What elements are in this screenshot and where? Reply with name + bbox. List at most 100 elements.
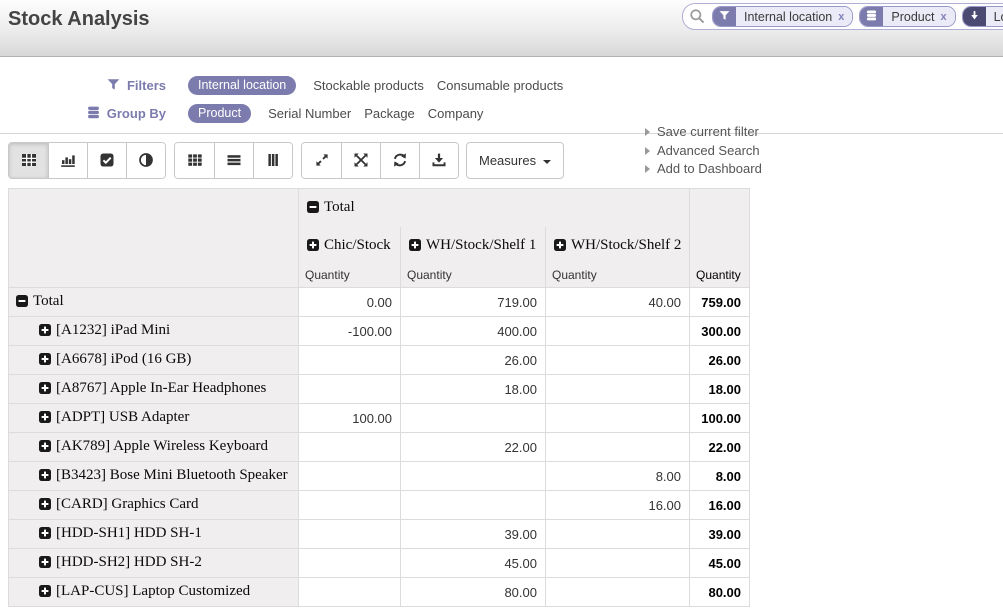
view-switcher <box>8 142 459 179</box>
plus-square-icon <box>39 324 51 336</box>
pivot-row-header[interactable]: [A1232] iPad Mini <box>9 317 299 346</box>
pivot-row: [AK789] Apple Wireless Keyboard22.0022.0… <box>9 433 750 462</box>
pivot-value-cell <box>299 462 401 491</box>
columns-icon <box>265 152 281 168</box>
pivot-total-column-header[interactable]: Total <box>299 189 690 227</box>
filter-groups: Filters Internal location Stockable produ… <box>0 57 1003 123</box>
pivot-row-total-cell: 16.00 <box>690 491 750 520</box>
search-facet[interactable]: Internal location x <box>712 6 853 27</box>
pivot-value-cell <box>299 491 401 520</box>
grid-button[interactable] <box>175 143 214 178</box>
pivot-row-total-cell: 26.00 <box>690 346 750 375</box>
pivot-value-cell: 18.00 <box>401 375 546 404</box>
pivot-row-header[interactable]: [HDD-SH1] HDD SH-1 <box>9 520 299 549</box>
pivot-measure-header[interactable]: Quantity <box>546 266 690 288</box>
pivot-value-cell: 22.00 <box>401 433 546 462</box>
pivot-row: [LAP-CUS] Laptop Customized80.0080.00 <box>9 578 750 607</box>
measures-button[interactable]: Measures <box>466 142 564 179</box>
facet-list: Internal locationxProductxLocationx <box>712 6 1003 27</box>
pivot-row-header[interactable]: [AK789] Apple Wireless Keyboard <box>9 433 299 462</box>
pivot-total-column-label: Total <box>324 199 355 215</box>
pivot-value-cell <box>299 578 401 607</box>
filter-icon <box>107 78 120 91</box>
pivot-value-cell: 45.00 <box>401 549 546 578</box>
check-square-button[interactable] <box>87 143 126 178</box>
group-by-option[interactable]: Serial Number <box>268 106 351 121</box>
plus-square-icon <box>554 239 566 251</box>
rows-button[interactable] <box>214 143 253 178</box>
pivot-measure-header[interactable]: Quantity <box>401 266 546 288</box>
pivot-value-cell: 400.00 <box>401 317 546 346</box>
pivot-column-header[interactable]: WH/Stock/Shelf 1 <box>401 227 546 266</box>
search-bar[interactable]: Internal locationxProductxLocationx <box>682 3 1003 30</box>
filters-label: Filters <box>127 78 166 93</box>
pivot-row-total-cell: 45.00 <box>690 549 750 578</box>
pivot-measure-header[interactable]: Quantity <box>299 266 401 288</box>
search-icon <box>689 8 706 25</box>
group-by-row: Group By Product Serial Number Package Comp… <box>74 104 1003 123</box>
bar-chart-button[interactable] <box>48 143 87 178</box>
group-by-heading: Group By <box>74 106 166 121</box>
search-facet[interactable]: Productx <box>859 6 955 27</box>
pivot-row-header[interactable]: [A6678] iPod (16 GB) <box>9 346 299 375</box>
filter-option[interactable]: Stockable products <box>313 78 424 93</box>
refresh-button[interactable] <box>380 143 419 178</box>
filter-option[interactable]: Consumable products <box>437 78 563 93</box>
pivot-row-header[interactable]: Total <box>9 288 299 317</box>
pivot-empty-header-cell <box>690 189 750 266</box>
pivot-row-header[interactable]: [HDD-SH2] HDD SH-2 <box>9 549 299 578</box>
filters-heading: Filters <box>74 78 166 93</box>
pivot-row-header[interactable]: [A8767] Apple In-Ear Headphones <box>9 375 299 404</box>
search-menu-link[interactable]: Advanced Search <box>645 142 762 161</box>
facet-label: Internal location <box>744 10 832 24</box>
pivot-value-cell <box>546 549 690 578</box>
check-square-icon <box>99 152 115 168</box>
plus-square-icon <box>39 498 51 510</box>
group-by-option[interactable]: Package <box>364 106 415 121</box>
group-by-option[interactable]: Product <box>188 104 251 123</box>
plus-square-icon <box>39 382 51 394</box>
search-options-panel: Filters Internal location Stockable produ… <box>0 57 1003 134</box>
toolbar-button-group <box>174 142 293 179</box>
filter-icon <box>719 10 730 21</box>
filter-option[interactable]: Internal location <box>188 76 296 95</box>
refresh-icon <box>392 152 408 168</box>
pivot-row: [A6678] iPod (16 GB) 26.00 26.00 <box>9 346 750 375</box>
pivot-row: [HDD-SH2] HDD SH-2 45.00 45.00 <box>9 549 750 578</box>
plus-square-icon <box>39 556 51 568</box>
group-by-option[interactable]: Company <box>428 106 484 121</box>
table-button[interactable] <box>9 143 48 178</box>
search-menu-link-label: Add to Dashboard <box>657 160 762 179</box>
arrows-icon <box>353 152 369 168</box>
download-button[interactable] <box>419 143 458 178</box>
pivot-row-header[interactable]: [LAP-CUS] Laptop Customized <box>9 578 299 607</box>
pivot-row-header[interactable]: [ADPT] USB Adapter <box>9 404 299 433</box>
columns-button[interactable] <box>253 143 292 178</box>
expand-button[interactable] <box>302 143 341 178</box>
expand-icon <box>314 152 330 168</box>
pivot-total-measure-header[interactable]: Quantity <box>690 266 750 288</box>
filters-row: Filters Internal location Stockable produ… <box>74 76 1003 95</box>
arrows-button[interactable] <box>341 143 380 178</box>
search-menu-link[interactable]: Add to Dashboard <box>645 160 762 179</box>
facet-remove-icon[interactable]: x <box>940 11 946 23</box>
pivot-row-total-cell: 100.00 <box>690 404 750 433</box>
pivot-row-total-cell: 759.00 <box>690 288 750 317</box>
pivot-column-header[interactable]: Chic/Stock <box>299 227 401 266</box>
toolbar-button-group <box>301 142 459 179</box>
search-menu-link-label: Save current filter <box>657 123 759 142</box>
pivot-row-header[interactable]: [CARD] Graphics Card <box>9 491 299 520</box>
pivot-column-header[interactable]: WH/Stock/Shelf 2 <box>546 227 690 266</box>
group-by-options: Product Serial Number Package Company <box>188 104 496 123</box>
pivot-row: [HDD-SH1] HDD SH-139.0039.00 <box>9 520 750 549</box>
pivot-value-cell <box>546 578 690 607</box>
search-menu-link[interactable]: Save current filter <box>645 123 762 142</box>
pivot-value-cell <box>546 346 690 375</box>
pivot-value-cell: 26.00 <box>401 346 546 375</box>
facet-remove-icon[interactable]: x <box>838 11 844 23</box>
contrast-button[interactable] <box>126 143 165 178</box>
search-facet[interactable]: Locationx <box>962 6 1003 27</box>
group-by-icon <box>87 106 100 119</box>
pivot-value-cell <box>546 433 690 462</box>
pivot-row-header[interactable]: [B3423] Bose Mini Bluetooth Speaker <box>9 462 299 491</box>
